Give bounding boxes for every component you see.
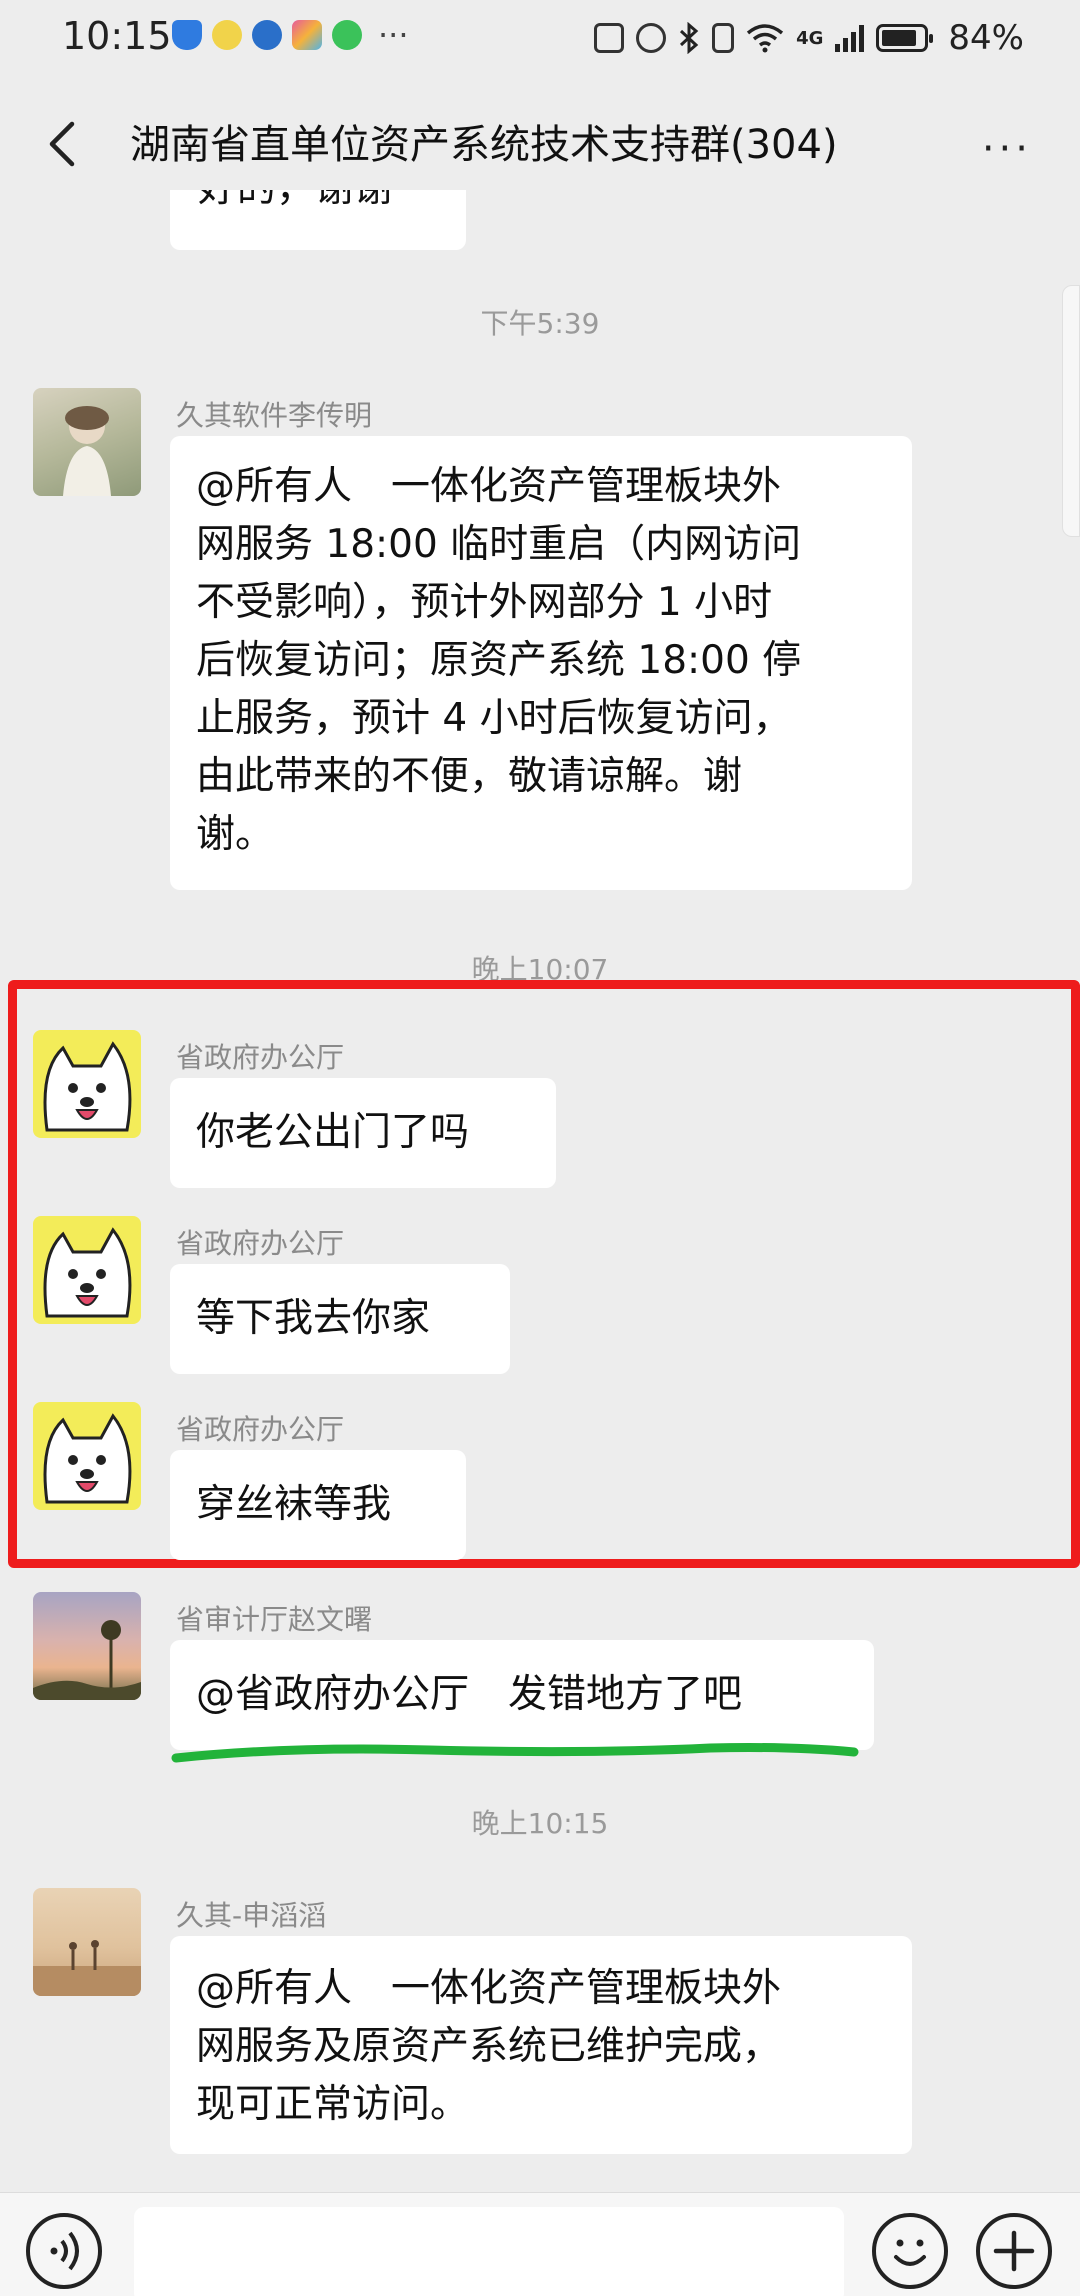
app-icon-colorful bbox=[292, 20, 322, 50]
sender-name: 省政府办公厅 bbox=[176, 1041, 345, 1074]
app-icon-blue bbox=[252, 20, 282, 50]
message-line: 由此带来的不便，敬请谅解。谢 bbox=[196, 754, 743, 799]
nfc-icon bbox=[594, 23, 625, 53]
message-text: 你老公出门了吗 bbox=[196, 1110, 470, 1155]
sender-name: 久其-申滔滔 bbox=[176, 1899, 327, 1932]
dog-avatar[interactable] bbox=[33, 1402, 141, 1510]
sender-name: 省审计厅赵文曙 bbox=[176, 1603, 373, 1636]
signal-icon bbox=[835, 24, 865, 52]
system-icons: 4G 84% bbox=[594, 18, 1024, 58]
avatar[interactable] bbox=[33, 1592, 141, 1700]
message-bubble[interactable]: @所有人 一体化资产管理板块外 网服务 18:00 临时重启（内网访问 不受影响… bbox=[170, 436, 912, 890]
previous-message-clip: 好的，谢谢 bbox=[0, 190, 1080, 252]
wifi-icon bbox=[746, 24, 784, 53]
message-text: 等下我去你家 bbox=[196, 1296, 431, 1341]
sender-name: 久其软件李传明 bbox=[176, 399, 373, 432]
message-line: 网服务及原资产系统已维护完成， bbox=[196, 2024, 782, 2069]
message-line: 现可正常访问。 bbox=[196, 2082, 470, 2127]
app-icon-yellow bbox=[212, 20, 242, 50]
notification-icons: ··· bbox=[172, 16, 409, 54]
timestamp: 下午5:39 bbox=[480, 307, 600, 340]
avatar[interactable] bbox=[33, 388, 141, 496]
status-bar: 10:15 ··· 4G 84% bbox=[0, 0, 1080, 80]
avatar[interactable] bbox=[33, 1888, 141, 1996]
alarm-icon bbox=[636, 23, 667, 53]
more-options-button[interactable]: ··· bbox=[982, 126, 1032, 172]
green-underline bbox=[171, 1743, 859, 1763]
message-text: @省政府办公厅 发错地方了吧 bbox=[196, 1672, 743, 1717]
message-line: 不受影响），预计外网部分 1 小时 bbox=[196, 580, 773, 625]
plus-icon bbox=[993, 2230, 1035, 2272]
message-line: @所有人 一体化资产管理板块外 bbox=[196, 464, 782, 509]
network-type: 4G bbox=[796, 27, 824, 49]
input-bar bbox=[0, 2192, 1080, 2296]
message-bubble[interactable]: @所有人 一体化资产管理板块外 网服务及原资产系统已维护完成， 现可正常访问。 bbox=[170, 1936, 912, 2154]
message-bubble[interactable]: 等下我去你家 bbox=[170, 1264, 510, 1374]
dog-avatar[interactable] bbox=[33, 1216, 141, 1324]
chat-title: 湖南省直单位资产系统技术支持群(304) bbox=[130, 122, 838, 168]
message-line: 谢。 bbox=[196, 812, 275, 857]
highlight-box bbox=[8, 980, 1080, 1568]
back-button[interactable] bbox=[34, 114, 94, 174]
more-notifications-icon: ··· bbox=[378, 16, 409, 54]
previous-message-bubble: 好的，谢谢 bbox=[170, 190, 466, 250]
bluetooth-icon bbox=[680, 22, 699, 54]
shield-icon bbox=[172, 20, 202, 50]
message-line: 止服务，预计 4 小时后恢复访问， bbox=[196, 696, 792, 741]
message-line: 网服务 18:00 临时重启（内网访问 bbox=[196, 522, 802, 567]
more-functions-button[interactable] bbox=[976, 2213, 1052, 2289]
scroll-handle[interactable] bbox=[1062, 285, 1080, 537]
voice-icon bbox=[50, 2231, 79, 2271]
message-bubble[interactable]: 你老公出门了吗 bbox=[170, 1078, 556, 1188]
timestamp: 晚上10:15 bbox=[471, 1807, 609, 1840]
sender-name: 省政府办公厅 bbox=[176, 1413, 345, 1446]
message-input[interactable] bbox=[134, 2207, 844, 2296]
voice-input-button[interactable] bbox=[26, 2213, 102, 2289]
sender-name: 省政府办公厅 bbox=[176, 1227, 345, 1260]
status-time: 10:15 bbox=[62, 14, 172, 58]
emoji-button[interactable] bbox=[872, 2213, 948, 2289]
app-icon-green bbox=[332, 20, 362, 50]
message-bubble[interactable]: 穿丝袜等我 bbox=[170, 1450, 466, 1560]
message-bubble[interactable]: @省政府办公厅 发错地方了吧 bbox=[170, 1640, 874, 1750]
chat-header: 湖南省直单位资产系统技术支持群(304) ··· bbox=[0, 96, 1080, 192]
dog-avatar[interactable] bbox=[33, 1030, 141, 1138]
message-text: 穿丝袜等我 bbox=[196, 1482, 392, 1527]
chat-screen: 10:15 ··· 4G 84% 湖南省直单位资产系统技术支持群(304) ··… bbox=[0, 0, 1080, 2296]
battery-percent: 84% bbox=[948, 18, 1024, 58]
message-line: 后恢复访问；原资产系统 18:00 停 bbox=[196, 638, 802, 683]
battery-icon bbox=[876, 24, 934, 52]
message-line: @所有人 一体化资产管理板块外 bbox=[196, 1966, 782, 2011]
emoji-icon bbox=[894, 2239, 926, 2266]
vibrate-icon bbox=[712, 23, 735, 53]
